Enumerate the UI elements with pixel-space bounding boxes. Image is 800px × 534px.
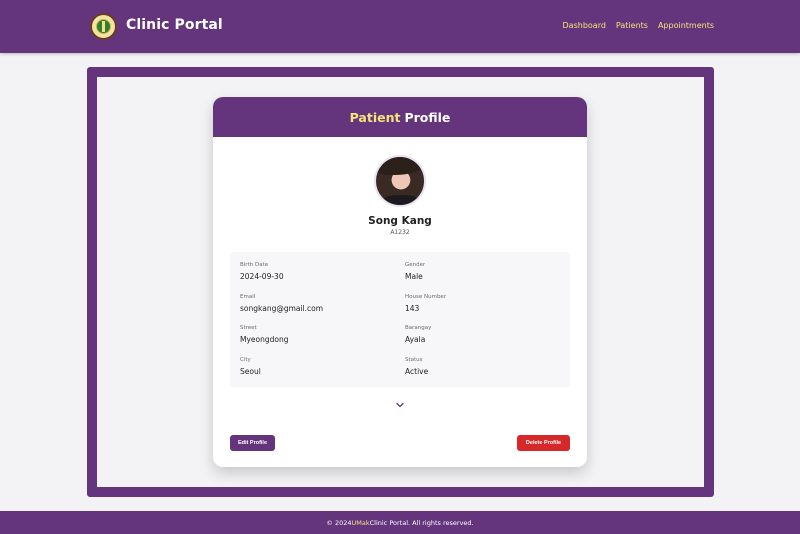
- field-label: Status: [405, 357, 423, 363]
- patient-name: Song Kang: [368, 215, 432, 227]
- seal-emblem: [96, 19, 111, 34]
- field-street: Street Myeongdong: [240, 325, 289, 344]
- main-nav: Dashboard Patients Appointments: [563, 21, 714, 30]
- field-barangay: Barangay Ayala: [405, 325, 431, 344]
- nav-dashboard[interactable]: Dashboard: [563, 21, 606, 30]
- patient-profile-card: Patient Profile Song Kang A1232 Birth Da…: [213, 97, 587, 467]
- top-navbar: Clinic Portal Dashboard Patients Appoint…: [0, 0, 800, 53]
- field-label: Barangay: [405, 325, 432, 331]
- field-label: Street: [240, 325, 257, 331]
- avatar-shoulder: [382, 195, 420, 205]
- field-value: songkang@gmail.com: [240, 304, 324, 313]
- edit-profile-button[interactable]: Edit Profile: [230, 435, 275, 451]
- card-header: Patient Profile: [213, 97, 587, 137]
- seal-staff: [102, 21, 105, 32]
- field-value: Seoul: [240, 367, 261, 376]
- field-label: Email: [240, 294, 256, 300]
- patient-id: A1232: [390, 229, 410, 236]
- field-birth-date: Birth Date 2024-09-30: [240, 262, 284, 281]
- card-title-accent: Patient: [349, 109, 401, 125]
- footer-prefix: © 2024: [326, 518, 352, 527]
- field-house-number: House Number 143: [405, 294, 446, 313]
- field-value: Myeongdong: [240, 335, 289, 344]
- footer-accent: UMak: [351, 518, 370, 527]
- card-title: Profile: [404, 109, 451, 125]
- field-email: Email songkang@gmail.com: [240, 294, 323, 313]
- patient-avatar: [374, 155, 426, 207]
- brand-title[interactable]: Clinic Portal: [126, 17, 223, 33]
- field-gender: Gender Male: [405, 262, 425, 281]
- delete-profile-button[interactable]: Delete Profile: [517, 435, 570, 451]
- field-label: House Number: [405, 294, 447, 300]
- field-label: Birth Date: [240, 262, 269, 268]
- footer: © 2024 UMak Clinic Portal. All rights re…: [0, 511, 800, 534]
- field-value: 2024-09-30: [240, 272, 284, 281]
- field-value: Ayala: [405, 335, 426, 344]
- field-value: Male: [405, 272, 423, 281]
- clinic-seal-icon[interactable]: [90, 13, 117, 40]
- nav-patients[interactable]: Patients: [616, 21, 648, 30]
- nav-appointments[interactable]: Appointments: [658, 21, 714, 30]
- avatar-hair: [376, 157, 424, 175]
- field-city: City Seoul: [240, 357, 261, 376]
- field-status: Status Active: [405, 357, 428, 376]
- field-value: Active: [405, 367, 429, 376]
- footer-suffix: Clinic Portal. All rights reserved.: [369, 518, 474, 527]
- field-value: 143: [405, 304, 420, 313]
- chevron-down-icon[interactable]: [395, 400, 405, 410]
- patient-details: Birth Date 2024-09-30 Gender Male Email …: [230, 252, 570, 387]
- field-label: City: [240, 357, 251, 363]
- field-label: Gender: [405, 262, 426, 268]
